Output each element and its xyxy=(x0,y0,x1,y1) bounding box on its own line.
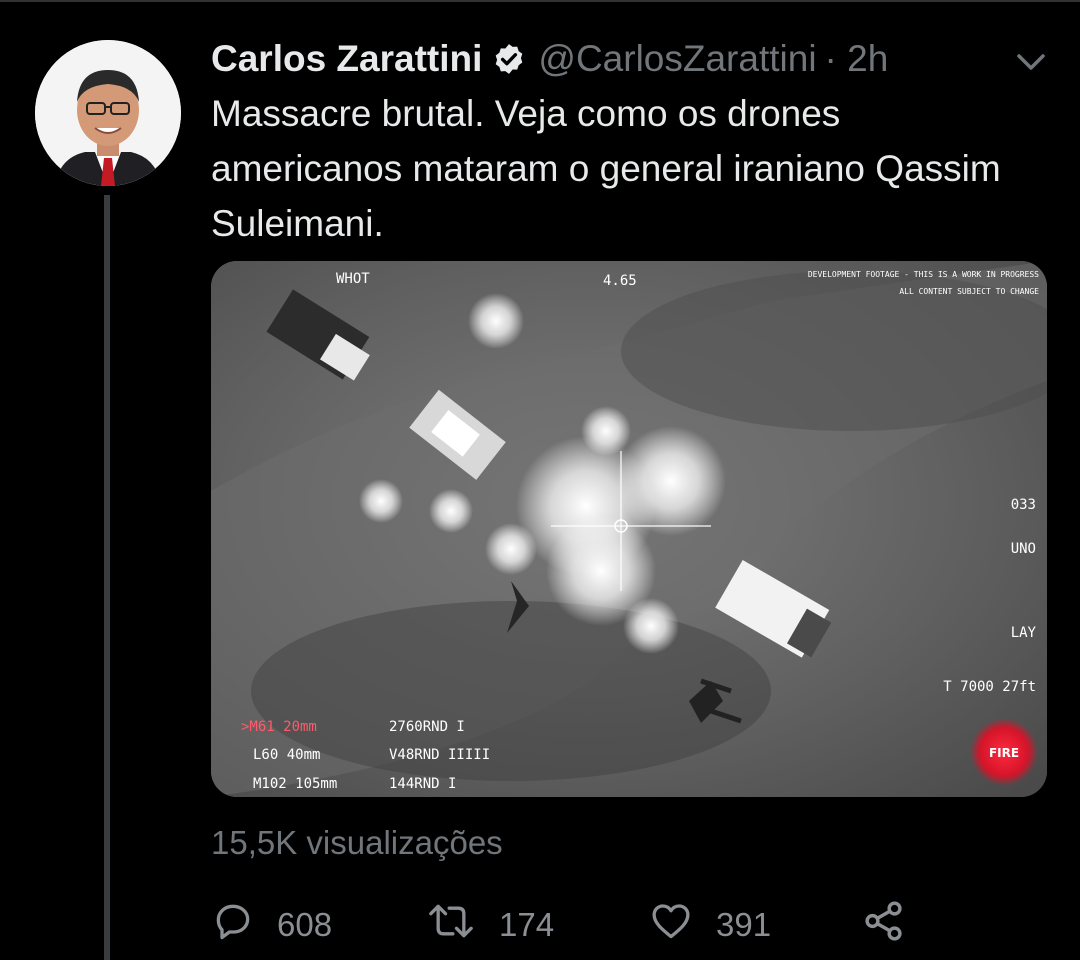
tweet-actions: 608 174 391 xyxy=(211,895,931,955)
fire-button[interactable]: FIRE xyxy=(970,718,1038,786)
weapon-rounds: V48RND IIIII xyxy=(389,747,490,763)
tweet-timestamp[interactable]: · 2h xyxy=(825,38,889,80)
view-count: 15,5K visualizações xyxy=(211,824,503,861)
hud-disclaimer-2: ALL CONTENT SUBJECT TO CHANGE xyxy=(899,287,1039,296)
tweet-header: Carlos Zarattini @CarlosZarattini · 2h xyxy=(211,34,888,84)
tweet-text: Massacre brutal. Veja como os drones ame… xyxy=(211,93,1001,244)
retweet-icon xyxy=(425,899,499,951)
hud-altitude-readout: T 7000 27ft xyxy=(943,679,1036,695)
heart-icon xyxy=(648,899,716,951)
hud-right-value-1: 033 xyxy=(1011,497,1036,513)
reply-count: 608 xyxy=(277,906,333,943)
hud-right-value-2: UNO xyxy=(1011,541,1036,557)
hud-disclaimer-1: DEVELOPMENT FOOTAGE - THIS IS A WORK IN … xyxy=(808,270,1039,279)
hud-mode-label: WHOT xyxy=(336,271,370,287)
thread-connector-line xyxy=(104,195,110,960)
hud-right-value-3: LAY xyxy=(1011,625,1037,641)
author-name[interactable]: Carlos Zarattini xyxy=(211,38,482,80)
author-handle[interactable]: @CarlosZarattini xyxy=(538,38,816,80)
share-button[interactable] xyxy=(861,895,929,955)
tweet-media-video[interactable]: WHOT 4.65 DEVELOPMENT FOOTAGE - THIS IS … xyxy=(211,261,1047,797)
weapon-rounds: 2760RND I xyxy=(389,719,465,735)
retweet-count: 174 xyxy=(499,906,555,943)
weapon-name: L60 40mm xyxy=(253,747,320,763)
fire-button-label: FIRE xyxy=(989,746,1019,760)
weapon-name: M102 105mm xyxy=(253,776,337,792)
like-count: 391 xyxy=(716,906,772,943)
top-divider xyxy=(0,0,1080,2)
weapon-name: >M61 20mm xyxy=(241,719,317,735)
reply-icon xyxy=(211,899,277,951)
share-icon xyxy=(861,898,929,952)
avatar[interactable] xyxy=(35,40,181,186)
verified-badge-icon xyxy=(492,42,526,76)
reply-button[interactable]: 608 xyxy=(211,895,332,955)
hud-zoom-label: 4.65 xyxy=(603,273,637,289)
retweet-button[interactable]: 174 xyxy=(425,895,554,955)
like-button[interactable]: 391 xyxy=(648,895,771,955)
weapon-rounds: 144RND I xyxy=(389,776,456,792)
chevron-down-icon[interactable] xyxy=(1010,44,1052,80)
